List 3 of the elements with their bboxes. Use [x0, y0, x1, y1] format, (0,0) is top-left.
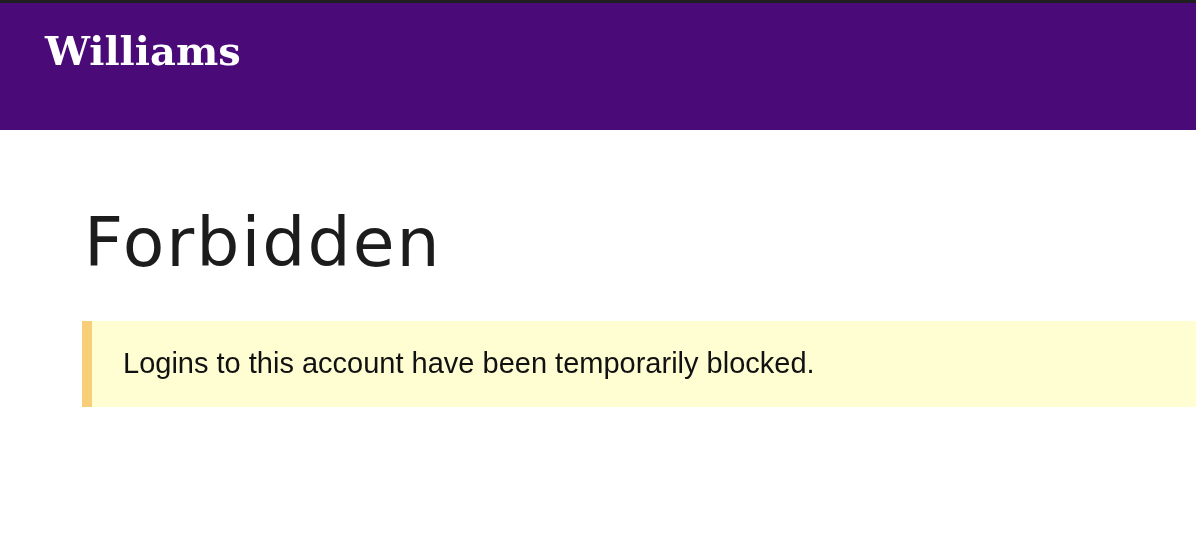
logo[interactable]: Williams — [45, 27, 241, 75]
page-title: Forbidden — [84, 206, 442, 281]
alert-message: Logins to this account have been temporarily blocked. — [82, 320, 1196, 407]
